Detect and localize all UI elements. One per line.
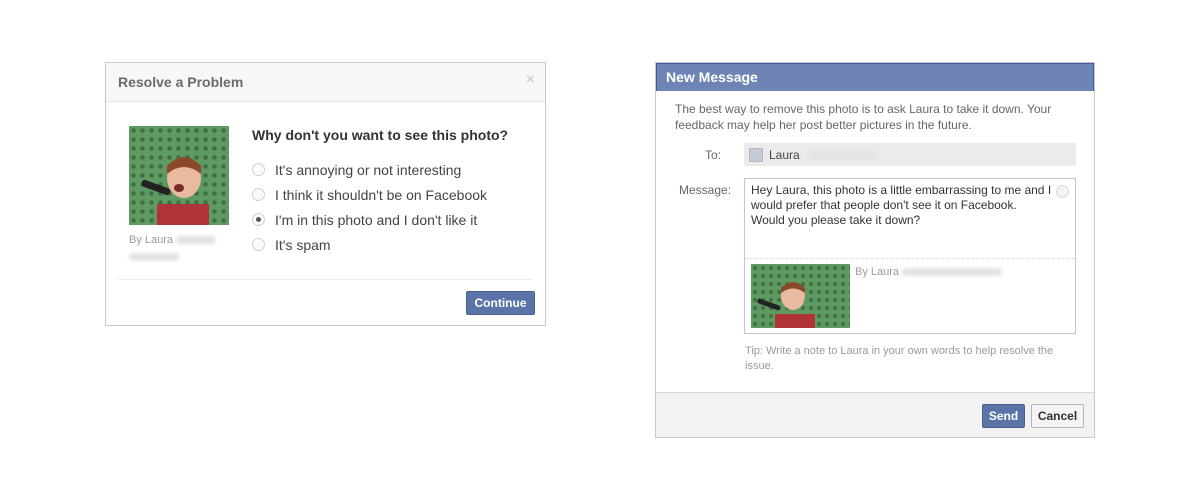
radio-button[interactable] (252, 188, 265, 201)
recipient-name: Laura (769, 147, 800, 162)
reason-option-annoying[interactable]: It's annoying or not interesting (252, 157, 487, 182)
dialog-title: Resolve a Problem (118, 74, 244, 90)
to-label: To: (705, 148, 722, 162)
dialog-title: New Message (666, 69, 758, 85)
recipient-avatar (749, 147, 763, 162)
message-text[interactable]: Hey Laura, this photo is a little embarr… (751, 183, 1053, 228)
redacted-name (129, 253, 179, 261)
resolve-problem-dialog: Resolve a Problem × By Laura Why don't y… (105, 62, 546, 326)
continue-button[interactable]: Continue (466, 291, 535, 315)
question-heading: Why don't you want to see this photo? (252, 127, 509, 143)
photo-thumbnail (129, 126, 229, 225)
divider (118, 279, 533, 280)
attachment-divider (745, 258, 1075, 259)
send-button[interactable]: Send (982, 404, 1025, 428)
dialog-header: New Message (656, 63, 1094, 91)
redacted-name (176, 236, 217, 245)
reason-option-in-photo[interactable]: I'm in this photo and I don't like it (252, 207, 487, 232)
photo-byline: By Laura (129, 234, 217, 246)
emoji-icon[interactable] (1056, 185, 1069, 198)
reason-options: It's annoying or not interesting I think… (252, 157, 487, 257)
redacted-name (807, 150, 878, 159)
reason-option-spam[interactable]: It's spam (252, 232, 487, 257)
recipient-field[interactable]: Laura (744, 143, 1076, 166)
option-label: It's spam (275, 236, 331, 253)
redacted-name (902, 268, 1003, 277)
close-icon[interactable]: × (526, 72, 535, 88)
cancel-button[interactable]: Cancel (1031, 404, 1084, 428)
message-textarea[interactable]: Hey Laura, this photo is a little embarr… (744, 178, 1076, 334)
radio-button[interactable] (252, 163, 265, 176)
option-label: I think it shouldn't be on Facebook (275, 186, 488, 203)
radio-button[interactable] (252, 238, 265, 251)
radio-button-selected[interactable] (252, 213, 265, 226)
tip-text: Tip: Write a note to Laura in your own w… (745, 345, 1054, 372)
attachment-byline: By Laura (855, 266, 1003, 278)
dialog-header: Resolve a Problem × (106, 63, 545, 102)
dialog-footer: Send Cancel (656, 392, 1094, 437)
new-message-dialog: New Message The best way to remove this … (655, 62, 1095, 438)
intro-text: The best way to remove this photo is to … (675, 102, 1052, 132)
attached-photo-thumbnail (751, 264, 850, 328)
message-label: Message: (679, 183, 732, 197)
reason-option-shouldnt-be-on-facebook[interactable]: I think it shouldn't be on Facebook (252, 182, 487, 207)
option-label: It's annoying or not interesting (275, 161, 462, 178)
option-label: I'm in this photo and I don't like it (275, 211, 478, 228)
